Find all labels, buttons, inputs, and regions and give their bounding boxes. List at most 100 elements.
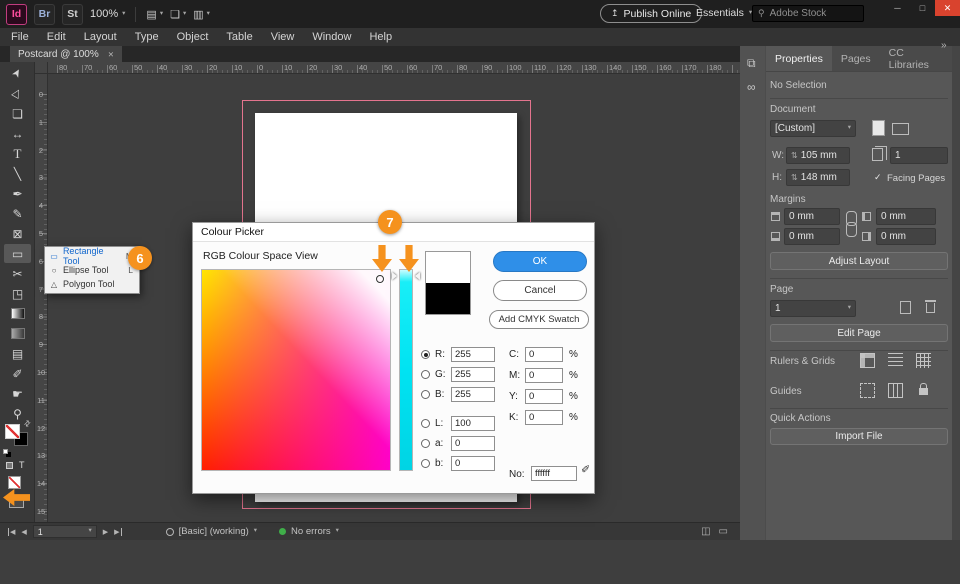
radio-button[interactable] bbox=[421, 390, 430, 399]
gradient-swatch-tool[interactable] bbox=[4, 304, 31, 323]
height-field[interactable]: ⇅ 148 mm bbox=[786, 169, 850, 186]
menu-item[interactable]: Help bbox=[360, 31, 401, 43]
rectangle-tool[interactable]: ▭ bbox=[4, 244, 31, 263]
import-file-button[interactable]: Import File bbox=[770, 428, 948, 445]
properties-dock-icon[interactable]: ⧉ bbox=[747, 56, 756, 71]
show-guides-icon[interactable] bbox=[860, 383, 875, 398]
publish-online-button[interactable]: ↥ Publish Online bbox=[600, 4, 702, 23]
ok-button[interactable]: OK bbox=[493, 251, 587, 272]
bridge-icon[interactable]: Br bbox=[34, 4, 55, 25]
hue-slider[interactable] bbox=[399, 269, 413, 471]
pencil-tool[interactable]: ✎ bbox=[4, 204, 31, 223]
previous-page-button[interactable]: ◀ bbox=[21, 528, 26, 536]
hand-tool[interactable]: ☛ bbox=[4, 384, 31, 403]
column-guides-icon[interactable] bbox=[888, 383, 903, 398]
last-page-button[interactable]: ▶ bbox=[114, 528, 121, 536]
maximize-button[interactable]: □ bbox=[910, 0, 935, 16]
stepper-icon[interactable]: ⇅ bbox=[791, 151, 798, 160]
page-number-dropdown[interactable]: 1 ▾ bbox=[770, 300, 856, 317]
component-value-field[interactable]: 255 bbox=[451, 347, 495, 362]
zoom-level-dropdown[interactable]: 100% ▾ bbox=[90, 8, 125, 20]
menu-item[interactable]: Layout bbox=[75, 31, 126, 43]
preflight-menu[interactable]: [Basic] (working) ▾ bbox=[166, 526, 257, 537]
stock-icon[interactable]: St bbox=[62, 4, 83, 25]
flyout-menu-item[interactable]: ▭ Rectangle Tool M bbox=[45, 249, 139, 263]
pen-tool[interactable]: ✒ bbox=[4, 184, 31, 203]
split-view-icon[interactable]: ◫ bbox=[701, 526, 710, 537]
line-tool[interactable]: ╲ bbox=[4, 164, 31, 183]
colour-field[interactable] bbox=[201, 269, 391, 471]
screen-mode-dropdown[interactable]: ❏ ▾ bbox=[170, 8, 186, 21]
menu-item[interactable]: Window bbox=[303, 31, 360, 43]
first-page-button[interactable]: ◀ bbox=[8, 528, 15, 536]
menu-item[interactable]: Table bbox=[217, 31, 261, 43]
menu-item[interactable]: Edit bbox=[38, 31, 75, 43]
adjust-layout-button[interactable]: Adjust Layout bbox=[770, 252, 948, 270]
close-window-button[interactable]: ✕ bbox=[935, 0, 960, 16]
eyedropper-icon[interactable]: ✐ bbox=[581, 463, 590, 476]
direct-selection-tool[interactable]: ▷ bbox=[4, 84, 31, 103]
minimize-button[interactable]: ─ bbox=[885, 0, 910, 16]
add-cmyk-swatch-button[interactable]: Add CMYK Swatch bbox=[489, 310, 589, 329]
component-value-field[interactable]: 255 bbox=[451, 367, 495, 382]
vertical-ruler[interactable]: 0123456789101112131415 bbox=[35, 74, 48, 522]
apply-none-swatch[interactable] bbox=[8, 476, 21, 489]
selection-tool[interactable]: ➤ bbox=[4, 64, 31, 83]
hue-slider-marker-right[interactable] bbox=[415, 272, 420, 280]
panel-overflow-icon[interactable]: » bbox=[941, 40, 947, 51]
panel-scrollbar[interactable] bbox=[952, 46, 960, 540]
component-value-field[interactable]: 100 bbox=[451, 416, 495, 431]
margin-top-field[interactable]: 0 mm bbox=[784, 208, 840, 225]
flyout-menu-item[interactable]: ○ Ellipse Tool L bbox=[45, 263, 139, 277]
panel-tab[interactable]: Pages bbox=[832, 46, 880, 71]
preflight-status[interactable]: No errors ▾ bbox=[279, 526, 339, 537]
default-fill-stroke-icon[interactable] bbox=[3, 449, 8, 454]
baseline-grid-icon[interactable] bbox=[888, 353, 903, 368]
margin-left-field[interactable]: 0 mm bbox=[876, 208, 936, 225]
link-margins-icon[interactable] bbox=[846, 211, 855, 237]
menu-item[interactable]: Type bbox=[126, 31, 168, 43]
show-rulers-icon[interactable] bbox=[860, 353, 875, 368]
panel-tab[interactable]: Properties bbox=[766, 46, 832, 71]
component-value-field[interactable]: 0 bbox=[525, 368, 563, 383]
delete-page-icon[interactable] bbox=[926, 303, 935, 313]
adobe-stock-search-input[interactable]: ⚲ Adobe Stock bbox=[752, 5, 864, 22]
page-tool[interactable]: ❏ bbox=[4, 104, 31, 123]
current-page-dropdown[interactable]: 1 ▾ bbox=[33, 525, 97, 538]
portrait-orientation-icon[interactable] bbox=[872, 120, 885, 136]
eyedropper-tool[interactable]: ✐ bbox=[4, 364, 31, 383]
radio-button[interactable] bbox=[421, 370, 430, 379]
edit-page-button[interactable]: Edit Page bbox=[770, 324, 948, 342]
ruler-origin-corner[interactable] bbox=[35, 62, 48, 74]
gradient-feather-tool[interactable] bbox=[4, 324, 31, 343]
document-grid-icon[interactable] bbox=[916, 353, 931, 368]
radio-button[interactable] bbox=[421, 419, 430, 428]
libraries-dock-icon[interactable]: ∞ bbox=[747, 80, 756, 94]
gap-tool[interactable]: ↔ bbox=[4, 124, 31, 143]
type-tool[interactable]: T bbox=[4, 144, 31, 163]
margin-right-field[interactable]: 0 mm bbox=[876, 228, 936, 245]
component-value-field[interactable]: 0 bbox=[525, 347, 563, 362]
radio-button[interactable] bbox=[421, 439, 430, 448]
formatting-affects-text-icon[interactable]: T bbox=[19, 460, 25, 470]
cancel-button[interactable]: Cancel bbox=[493, 280, 587, 301]
hex-value-field[interactable]: ffffff bbox=[531, 466, 577, 481]
formatting-affects-container-icon[interactable] bbox=[6, 462, 13, 469]
component-value-field[interactable]: 0 bbox=[525, 389, 563, 404]
workspace-dropdown[interactable]: Essentials ▾ bbox=[696, 7, 752, 19]
menu-item[interactable]: View bbox=[262, 31, 304, 43]
hue-slider-marker-left[interactable] bbox=[392, 272, 397, 280]
width-field[interactable]: ⇅ 105 mm bbox=[786, 147, 850, 164]
scissors-tool[interactable]: ✂ bbox=[4, 264, 31, 283]
radio-button[interactable] bbox=[421, 459, 430, 468]
page-count-field[interactable]: 1 bbox=[890, 147, 948, 164]
horizontal-ruler[interactable]: 8070605040302010010203040506070809010011… bbox=[48, 62, 740, 74]
document-preset-dropdown[interactable]: [Custom] ▾ bbox=[770, 120, 856, 137]
fill-colour-swatch[interactable] bbox=[5, 424, 20, 439]
radio-button[interactable] bbox=[421, 350, 430, 359]
arrange-documents-dropdown[interactable]: ▥ ▾ bbox=[193, 8, 210, 21]
margin-bottom-field[interactable]: 0 mm bbox=[784, 228, 840, 245]
fit-view-icon[interactable]: ▭ bbox=[719, 526, 728, 537]
note-tool[interactable]: ▤ bbox=[4, 344, 31, 363]
menu-item[interactable]: File bbox=[2, 31, 38, 43]
